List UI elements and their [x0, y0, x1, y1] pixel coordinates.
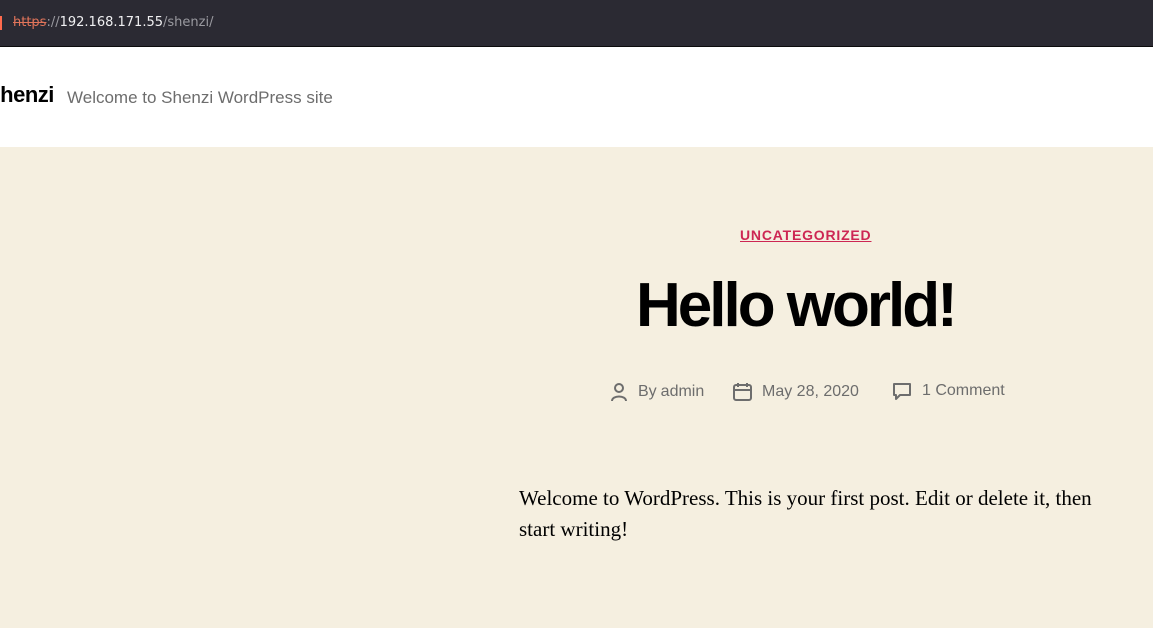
post-body-text: Welcome to WordPress. This is your first…	[519, 486, 1092, 541]
site-header: Shenzi Welcome to Shenzi WordPress site	[0, 47, 1153, 147]
post-date-meta: May 28, 2020	[733, 382, 859, 401]
person-icon	[611, 383, 627, 402]
post-content-area: UNCATEGORIZED Hello world! By admin May …	[0, 147, 1153, 628]
insecure-connection-icon[interactable]	[0, 16, 2, 30]
site-title[interactable]: Shenzi	[0, 82, 54, 108]
post-comments-meta: 1 Comment	[892, 382, 1005, 400]
url-scheme: https	[13, 15, 47, 30]
url-separator: ://	[46, 15, 60, 30]
by-label: By	[638, 383, 657, 400]
post-date-link[interactable]: May 28, 2020	[762, 383, 859, 401]
site-description: Welcome to Shenzi WordPress site	[67, 88, 333, 107]
post-category-link[interactable]: UNCATEGORIZED	[740, 227, 871, 243]
calendar-icon	[733, 383, 752, 401]
url-text[interactable]: https://192.168.171.55/shenzi/	[13, 15, 213, 30]
comments-link[interactable]: 1 Comment	[922, 382, 1005, 400]
url-host: 192.168.171.55	[59, 15, 163, 30]
browser-url-bar[interactable]: https://192.168.171.55/shenzi/	[0, 0, 1153, 47]
author-link[interactable]: admin	[661, 383, 705, 401]
post-title[interactable]: Hello world!	[636, 275, 958, 337]
comment-bubble-icon	[893, 383, 911, 400]
url-path: /shenzi/	[163, 15, 214, 30]
post-author-meta: By admin	[610, 382, 704, 402]
